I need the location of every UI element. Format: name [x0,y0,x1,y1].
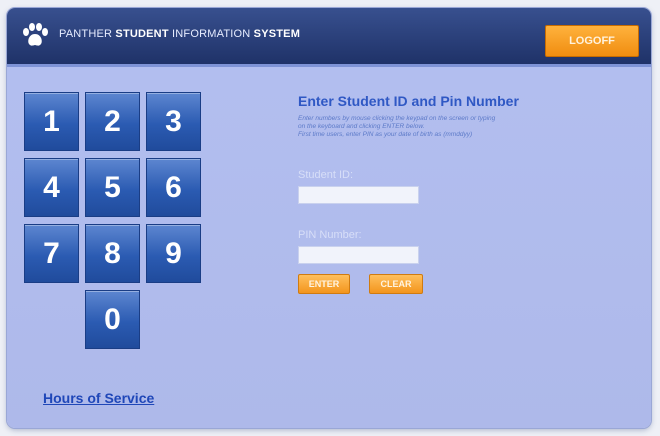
form-title: Enter Student ID and Pin Number [298,93,519,109]
key-0[interactable]: 0 [85,290,140,349]
pin-label: PIN Number: [298,229,362,241]
panther-paw-icon [23,23,48,46]
hours-of-service-link[interactable]: Hours of Service [43,390,154,406]
system-title: PANTHER STUDENT INFORMATION SYSTEM [59,28,300,40]
key-5[interactable]: 5 [85,158,140,217]
clear-button[interactable]: CLEAR [369,274,423,294]
key-6[interactable]: 6 [146,158,201,217]
logoff-button[interactable]: LOGOFF [545,25,639,57]
key-4[interactable]: 4 [24,158,79,217]
key-2[interactable]: 2 [85,92,140,151]
student-id-label: Student ID: [298,169,354,181]
title-prefix: PANTHER [59,28,116,40]
header-bar: PANTHER STUDENT INFORMATION SYSTEM LOGOF… [7,8,651,67]
instruction-line: on the keyboard and clicking ENTER below… [298,123,425,130]
key-3[interactable]: 3 [146,92,201,151]
student-id-input[interactable] [298,186,419,204]
key-7[interactable]: 7 [24,224,79,283]
instruction-line: Enter numbers by mouse clicking the keyp… [298,115,496,122]
title-student: STUDENT [115,28,169,40]
key-8[interactable]: 8 [85,224,140,283]
pin-input[interactable] [298,246,419,264]
key-9[interactable]: 9 [146,224,201,283]
title-system: SYSTEM [253,28,301,40]
enter-button[interactable]: ENTER [298,274,350,294]
key-1[interactable]: 1 [24,92,79,151]
instruction-line: First time users, enter PIN as your date… [298,131,473,138]
app-window: PANTHER STUDENT INFORMATION SYSTEM LOGOF… [7,8,651,428]
instructions: Enter numbers by mouse clicking the keyp… [298,115,598,139]
title-information: INFORMATION [168,28,254,40]
